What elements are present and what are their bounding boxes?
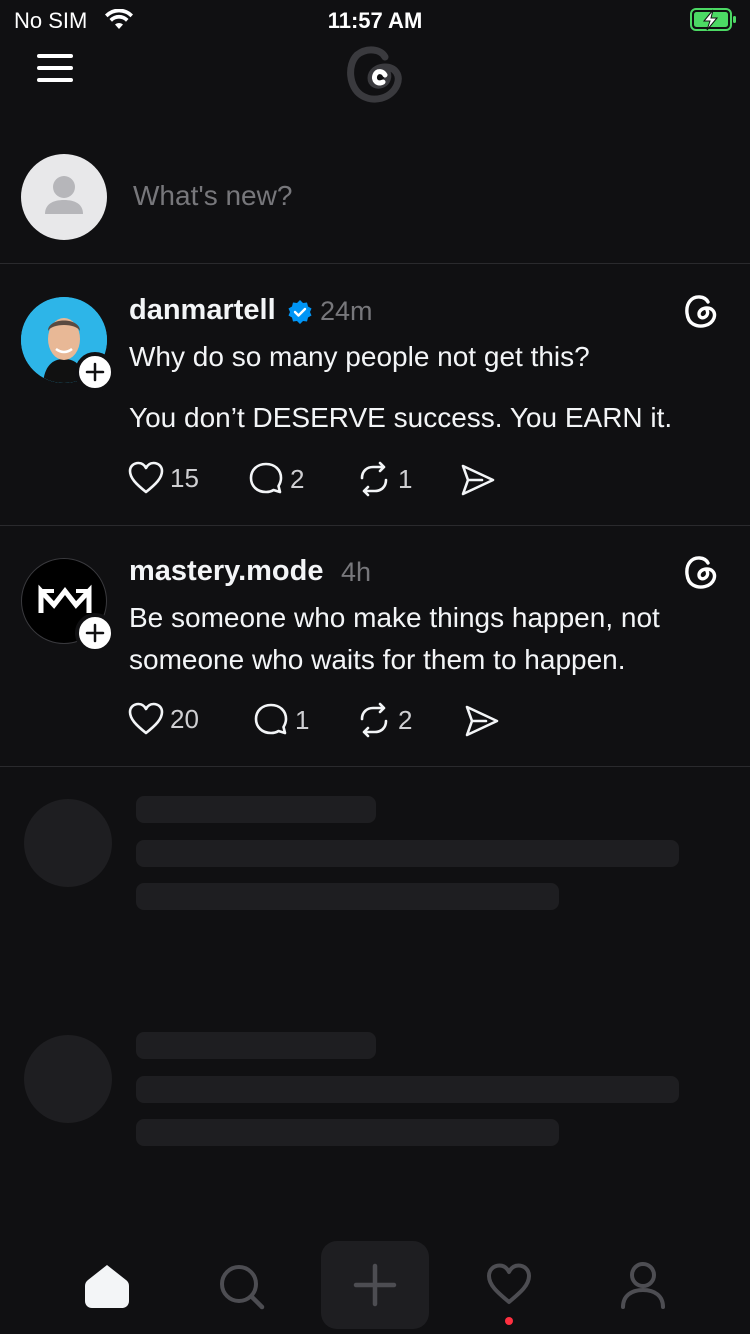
skeleton-line (136, 796, 376, 823)
follow-button[interactable] (75, 352, 115, 392)
skeleton-line (136, 1119, 559, 1146)
skeleton-line (136, 883, 559, 910)
skeleton-avatar (24, 799, 112, 887)
send-icon (461, 464, 495, 496)
plus-icon (353, 1263, 397, 1307)
like-count: 20 (170, 703, 199, 734)
profile-icon (621, 1262, 665, 1309)
tab-bar (0, 1230, 750, 1334)
tab-home[interactable] (84, 1263, 130, 1314)
skeleton-avatar (24, 1035, 112, 1123)
post: mastery.mode 4h Be someone who make thin… (0, 526, 750, 767)
clock: 11:57 AM (327, 8, 423, 33)
composer[interactable]: What's new? (0, 134, 750, 264)
repost-button[interactable]: 1 (356, 461, 412, 497)
heart-icon (487, 1263, 531, 1304)
notification-dot (505, 1317, 513, 1325)
like-count: 15 (170, 462, 199, 493)
composer-placeholder[interactable]: What's new? (133, 180, 292, 212)
tab-search[interactable] (218, 1263, 266, 1316)
reply-count: 1 (295, 704, 310, 735)
post-time: 24m (320, 296, 373, 326)
send-icon (465, 705, 499, 737)
share-button[interactable] (464, 704, 500, 738)
composer-avatar (21, 154, 107, 240)
threads-icon[interactable] (685, 293, 717, 334)
reply-button[interactable]: 2 (248, 461, 304, 497)
like-button[interactable]: 20 (128, 702, 199, 736)
skeleton-line (136, 840, 679, 867)
post-text: You don’t DESERVE success. You EARN it. (129, 402, 673, 433)
battery-charging-icon (690, 8, 738, 37)
repost-icon (360, 702, 388, 738)
skeleton-line (136, 1076, 679, 1103)
like-button[interactable]: 15 (128, 461, 199, 495)
home-icon (85, 1265, 129, 1308)
repost-count: 1 (398, 463, 413, 494)
menu-icon[interactable] (36, 52, 74, 89)
share-button[interactable] (460, 463, 496, 497)
username[interactable]: danmartell (129, 294, 276, 327)
repost-button[interactable]: 2 (356, 702, 412, 738)
follow-button[interactable] (75, 613, 115, 653)
search-icon (220, 1265, 265, 1310)
comment-icon (249, 462, 283, 494)
post-text: Why do so many people not get this? (129, 341, 590, 372)
skeleton-line (136, 1032, 376, 1059)
heart-icon (128, 702, 164, 735)
reply-count: 2 (290, 463, 305, 494)
username[interactable]: mastery.mode (129, 555, 324, 588)
comment-icon (254, 703, 288, 735)
tab-activity[interactable] (486, 1263, 532, 1310)
heart-icon (128, 461, 164, 494)
status-bar: No SIM 11:57 AM (0, 0, 750, 42)
post-text: Be someone who make things happen, not s… (129, 602, 660, 675)
post-time: 4h (341, 557, 372, 587)
tab-profile[interactable] (620, 1261, 666, 1314)
repost-icon (360, 461, 388, 497)
tab-compose[interactable] (321, 1241, 429, 1329)
repost-count: 2 (398, 704, 413, 735)
verified-badge-icon (287, 299, 313, 330)
threads-logo[interactable] (343, 41, 407, 110)
reply-button[interactable]: 1 (253, 702, 309, 738)
post: danmartell 24m Why do so many people not… (0, 265, 750, 526)
threads-icon[interactable] (685, 554, 717, 595)
